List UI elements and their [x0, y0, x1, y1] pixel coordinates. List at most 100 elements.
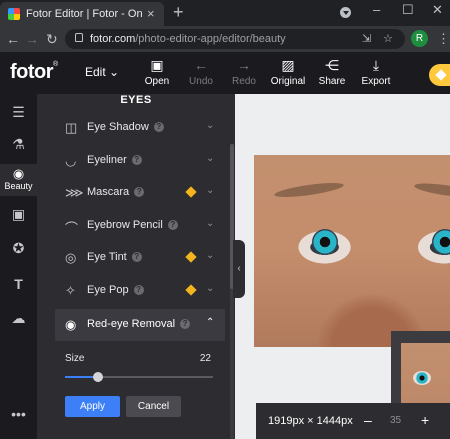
panel-item-eyebrow-pencil[interactable]: ⌒ Eyebrow Pencil? ⌄ [55, 210, 225, 242]
rail-item-more[interactable]: ••• [0, 406, 37, 430]
forward-arrow-icon[interactable]: → [25, 31, 39, 47]
export-button[interactable]: ⤓ Export [354, 57, 398, 87]
edit-menu[interactable]: Edit ⌄ [85, 65, 119, 79]
url-input[interactable]: fotor.com/photo-editor-app/editor/beauty… [65, 29, 405, 49]
premium-diamond-button[interactable] [429, 64, 450, 86]
eyeliner-icon: ◡ [65, 153, 77, 168]
rail-item-text[interactable]: T [0, 276, 37, 300]
beauty-panel: EYES ◫ Eye Shadow? ⌄ ◡ Eyeliner? ⌄ ⋙ Mas… [37, 94, 235, 439]
tab-title: Fotor Editor | Fotor - Online Fo [26, 8, 142, 20]
chevron-down-icon: ⌄ [206, 283, 215, 294]
share-button[interactable]: ⋲ Share [310, 57, 354, 87]
panel-item-red-eye-removal[interactable]: ◉ Red-eye Removal? ⌃ [55, 309, 225, 341]
frame-icon: ▣ [11, 206, 26, 222]
premium-diamond-icon [185, 284, 197, 296]
tab-close-icon[interactable]: × [147, 6, 155, 21]
more-icon: ••• [11, 406, 26, 422]
eye-icon: ◉ [65, 317, 77, 332]
minimize-button[interactable]: – [373, 2, 380, 17]
chevron-left-icon: ‹ [237, 263, 241, 274]
back-arrow-icon[interactable]: ← [6, 31, 20, 47]
mascara-icon: ⋙ [65, 185, 84, 200]
chevron-down-icon: ⌄ [206, 153, 215, 164]
chevron-down-icon: ⌄ [206, 218, 215, 229]
panel-item-eye-shadow[interactable]: ◫ Eye Shadow? ⌄ [55, 112, 225, 144]
help-icon[interactable]: ? [131, 155, 142, 165]
browser-tab[interactable]: Fotor Editor | Fotor - Online Fo × [0, 2, 164, 26]
redo-button[interactable]: → Redo [222, 57, 266, 87]
rail-item-effects[interactable]: ⚗ [0, 136, 37, 160]
eyebrow-icon: ⌒ [65, 221, 79, 236]
tab-search-icon[interactable] [340, 7, 351, 18]
open-button[interactable]: ▣ Open [135, 57, 179, 87]
browser-tab-bar: Fotor Editor | Fotor - Online Fo × + – ☐… [0, 0, 450, 26]
sparkle-icon: ✧ [65, 283, 76, 298]
eye-icon: ◉ [12, 166, 25, 181]
help-icon[interactable]: ? [180, 319, 191, 329]
browser-menu-icon[interactable]: ⋮ [437, 31, 450, 47]
image-upload-icon: ▣ [150, 57, 164, 73]
apply-button[interactable]: Apply [65, 396, 120, 417]
panel-item-eye-pop[interactable]: ✧ Eye Pop? ⌄ [55, 275, 225, 307]
address-bar-row: ← → ↻ fotor.com/photo-editor-app/editor/… [0, 26, 450, 52]
size-slider-thumb[interactable] [92, 372, 103, 382]
panel-item-eye-tint[interactable]: ◎ Eye Tint? ⌄ [55, 242, 225, 274]
fotor-favicon-icon [8, 8, 20, 20]
close-window-button[interactable]: ✕ [432, 2, 443, 18]
chevron-down-icon: ⌄ [206, 185, 215, 196]
zoom-bar: 1919px × 1444px – 35 + [256, 403, 450, 439]
help-icon[interactable]: ? [153, 122, 164, 132]
share-icon: ⋲ [325, 57, 339, 73]
zoom-in-button[interactable]: + [421, 412, 429, 428]
sticker-icon: ✪ [12, 240, 25, 256]
size-slider[interactable] [65, 372, 213, 382]
flask-icon: ⚗ [12, 136, 25, 152]
image-icon: ▨ [281, 57, 295, 73]
arrow-right-icon: → [237, 57, 251, 73]
panel-item-eyeliner[interactable]: ◡ Eyeliner? ⌄ [55, 145, 225, 177]
edited-photo[interactable] [254, 155, 450, 347]
new-tab-button[interactable]: + [173, 3, 184, 21]
rail-item-stickers[interactable]: ✪ [0, 240, 37, 264]
photo-detail [432, 229, 450, 255]
cancel-button[interactable]: Cancel [126, 396, 181, 417]
bookmark-star-icon[interactable]: ☆ [383, 32, 393, 45]
rail-item-frames[interactable]: ▣ [0, 206, 37, 230]
profile-avatar[interactable]: R [411, 30, 428, 47]
arrow-left-icon: ← [194, 57, 208, 73]
section-title: EYES [120, 94, 152, 106]
zoom-out-button[interactable]: – [364, 412, 372, 428]
rail-item-cloud[interactable]: ☁ [0, 310, 37, 334]
reload-icon[interactable]: ↻ [46, 31, 58, 48]
premium-diamond-icon [185, 251, 197, 263]
photo-detail [273, 180, 345, 200]
sliders-icon: ☰ [12, 104, 25, 120]
maximize-button[interactable]: ☐ [402, 2, 414, 18]
tool-rail: ☰ ⚗ ◉ Beauty ▣ ✪ T ☁ ••• [0, 94, 37, 439]
fotor-logo[interactable]: fotor® [10, 61, 58, 84]
rail-item-adjust[interactable]: ☰ [0, 104, 37, 128]
cloud-upload-icon: ☁ [11, 310, 26, 326]
text-icon: T [14, 276, 23, 292]
rail-item-beauty[interactable]: ◉ Beauty [0, 164, 37, 196]
size-label: Size [65, 353, 85, 364]
url-text: fotor.com/photo-editor-app/editor/beauty [90, 33, 286, 45]
photo-detail [312, 229, 338, 255]
help-icon[interactable]: ? [167, 220, 178, 230]
original-button[interactable]: ▨ Original [266, 57, 310, 87]
panel-item-mascara[interactable]: ⋙ Mascara? ⌄ [55, 177, 225, 209]
lock-icon [75, 33, 83, 42]
chevron-down-icon: ⌄ [109, 65, 120, 79]
image-dimensions: 1919px × 1444px [268, 415, 353, 427]
install-app-icon[interactable]: ⇲ [362, 32, 371, 45]
undo-button[interactable]: ← Undo [179, 57, 223, 87]
eye-tint-icon: ◎ [65, 250, 77, 265]
help-icon[interactable]: ? [131, 252, 142, 262]
help-icon[interactable]: ? [133, 285, 144, 295]
collapse-panel-button[interactable]: ‹ [233, 240, 245, 298]
photo-detail [413, 180, 450, 200]
chevron-up-icon: ⌃ [206, 317, 215, 328]
photo-canvas[interactable]: 1919px × 1444px – 35 + [235, 94, 450, 439]
help-icon[interactable]: ? [134, 187, 145, 197]
download-icon: ⤓ [372, 57, 380, 73]
